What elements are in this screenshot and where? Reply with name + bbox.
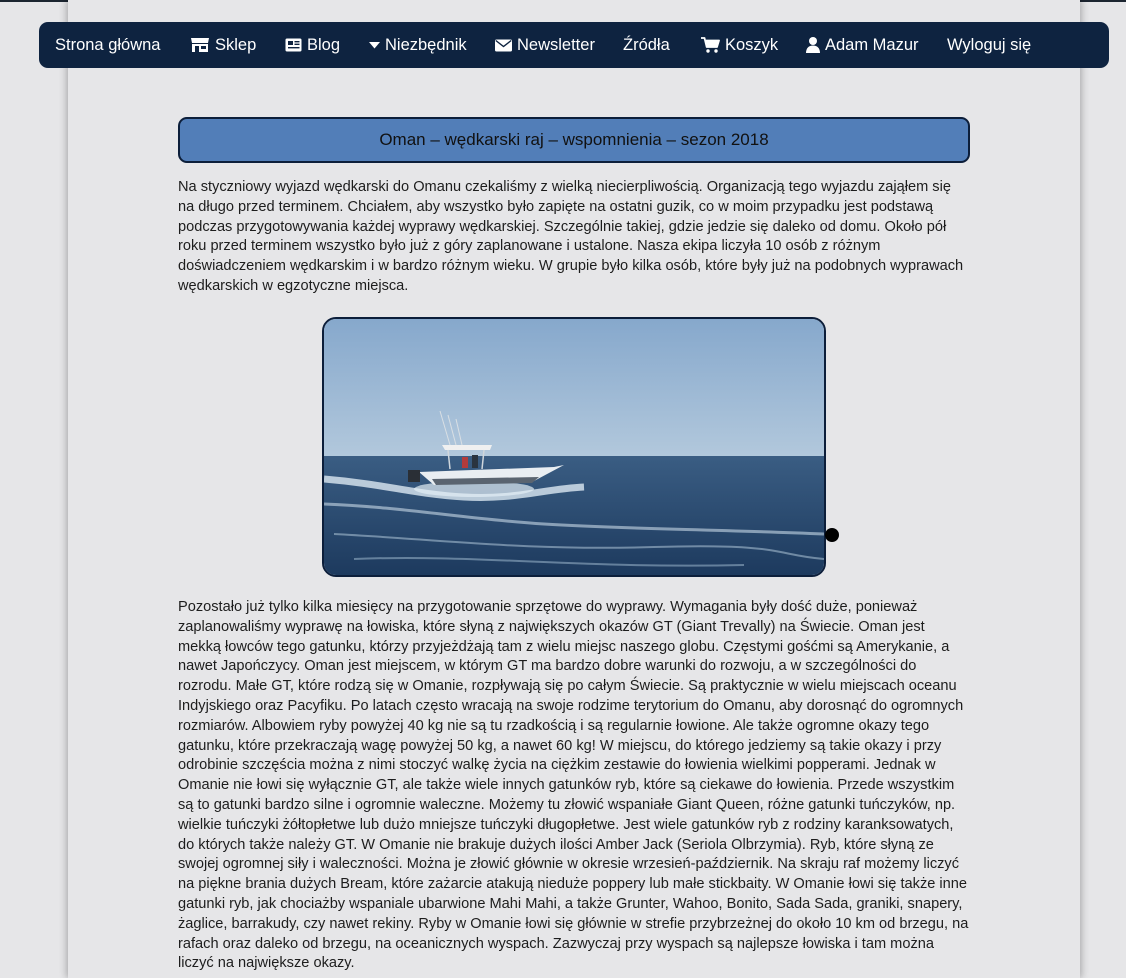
nav-niezbednik[interactable]: Niezbędnik [369,22,467,68]
boat-photo [322,317,826,577]
nav-cart[interactable]: Koszyk [701,22,778,68]
nav-cart-label: Koszyk [725,35,779,54]
nav-blog-label: Blog [307,35,341,54]
nav-sources-label: Źródła [623,35,670,54]
nav-home[interactable]: Strona główna [55,22,161,68]
nav-sources[interactable]: Źródła [623,22,670,68]
article-title: Oman – wędkarski raj – wspomnienia – sez… [178,117,970,163]
nav-home-label: Strona główna [55,35,161,54]
article-paragraph-main: Pozostało już tylko kilka miesięcy na pr… [178,599,969,972]
nav-blog[interactable]: Blog [285,22,340,68]
cart-icon [701,37,720,53]
nav-logout-label: Wyloguj się [947,35,1032,54]
nav-user-label: Adam Mazur [825,35,919,54]
main-navbar: Strona główna Sklep Blog Niezbędnik News… [39,22,1109,68]
nav-logout[interactable]: Wyloguj się [947,22,1031,68]
user-icon [806,37,820,53]
nav-niezbednik-label: Niezbędnik [385,35,467,54]
nav-newsletter-label: Newsletter [517,35,595,54]
nav-shop-label: Sklep [215,35,257,54]
article-paragraph-intro: Na styczniowy wyjazd wędkarski do Omanu … [178,179,964,294]
boat-photo-image [324,319,824,575]
black-dot-marker [825,528,839,542]
nav-newsletter[interactable]: Newsletter [495,22,595,68]
newspaper-icon [285,38,302,52]
caret-down-icon [369,41,380,49]
shop-icon [190,37,210,53]
nav-user[interactable]: Adam Mazur [806,22,919,68]
nav-shop[interactable]: Sklep [190,22,256,68]
envelope-icon [495,39,512,52]
